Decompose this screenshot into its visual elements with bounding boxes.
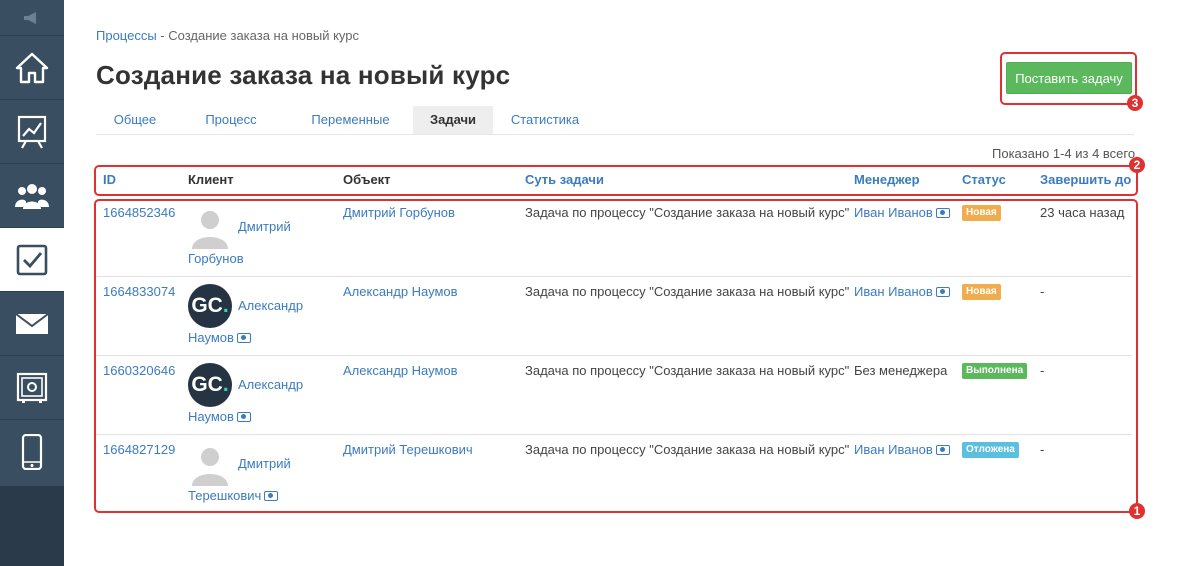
task-essence: Задача по процессу "Создание заказа на н… bbox=[525, 205, 850, 220]
column-header-status[interactable]: Статус bbox=[962, 172, 1006, 187]
sidebar-item-tasks[interactable] bbox=[0, 227, 64, 291]
column-header-manager[interactable]: Менеджер bbox=[854, 172, 920, 187]
money-icon bbox=[236, 412, 251, 422]
client-last-name-text: Терешкович bbox=[188, 488, 262, 503]
client-last-name-text: Наумов bbox=[188, 409, 234, 424]
object-link[interactable]: Александр Наумов bbox=[343, 363, 458, 379]
phone-icon bbox=[21, 433, 43, 470]
client-last-name[interactable]: Наумов bbox=[188, 330, 251, 345]
table-row: 1660320646 GC. Александр Наумов Александ… bbox=[96, 355, 1132, 435]
status-badge: Отложена bbox=[962, 442, 1019, 458]
money-icon bbox=[935, 445, 950, 455]
manager-name: Без менеджера bbox=[854, 363, 948, 378]
column-header-essence[interactable]: Суть задачи bbox=[525, 172, 604, 187]
column-header-deadline[interactable]: Завершить до bbox=[1040, 172, 1131, 187]
manager-name: Иван Иванов bbox=[854, 442, 933, 457]
avatar[interactable]: GC. bbox=[188, 363, 232, 407]
results-summary: Показано 1-4 из 4 всего. bbox=[992, 146, 1139, 161]
breadcrumb-link-processes[interactable]: Процессы bbox=[96, 28, 157, 43]
tab-variables[interactable]: Переменные bbox=[288, 106, 413, 134]
task-id-link[interactable]: 1660320646 bbox=[103, 363, 175, 379]
annotation-number: 1 bbox=[1129, 503, 1145, 519]
task-id-link[interactable]: 1664833074 bbox=[103, 284, 175, 300]
money-icon bbox=[935, 287, 950, 297]
client-last-name[interactable]: Горбунов bbox=[188, 251, 244, 266]
tab-tasks[interactable]: Задачи bbox=[413, 106, 493, 134]
status-badge: Выполнена bbox=[962, 363, 1028, 379]
manager-link[interactable]: Иван Иванов bbox=[854, 442, 950, 458]
deadline-value: - bbox=[1040, 442, 1045, 457]
tab-statistics[interactable]: Статистика bbox=[493, 106, 597, 134]
table-header: ID Клиент Объект Суть задачи Менеджер Ст… bbox=[96, 166, 1138, 194]
task-id-link[interactable]: 1664827129 bbox=[103, 442, 175, 458]
manager-link[interactable]: Иван Иванов bbox=[854, 205, 950, 221]
status-badge: Новая bbox=[962, 284, 1001, 300]
object-link[interactable]: Дмитрий Терешкович bbox=[343, 442, 473, 458]
table-row: 1664827129 Дмитрий Терешкович Дмитрий Те… bbox=[96, 434, 1132, 513]
manager-name: Иван Иванов bbox=[854, 284, 933, 299]
avatar[interactable] bbox=[188, 205, 232, 249]
deadline-value: - bbox=[1040, 284, 1045, 299]
avatar[interactable]: GC. bbox=[188, 284, 232, 328]
tab-general[interactable]: Общее bbox=[96, 106, 174, 134]
safe-icon bbox=[16, 372, 48, 403]
task-id-link[interactable]: 1664852346 bbox=[103, 205, 175, 221]
sidebar bbox=[0, 0, 64, 566]
table-row: 1664852346 Дмитрий Горбунов Дмитрий Горб… bbox=[96, 197, 1132, 277]
sidebar-item-home[interactable] bbox=[0, 35, 64, 99]
chart-icon bbox=[17, 115, 47, 149]
object-link[interactable]: Дмитрий Горбунов bbox=[343, 205, 455, 221]
page-title: Создание заказа на новый курс bbox=[96, 60, 511, 90]
users-icon bbox=[15, 183, 49, 209]
sidebar-item-mobile[interactable] bbox=[0, 419, 64, 483]
tab-process[interactable]: Процесс bbox=[174, 106, 288, 134]
home-icon bbox=[15, 52, 49, 83]
client-first-name[interactable]: Александр bbox=[238, 298, 303, 313]
deadline-value: 23 часа назад bbox=[1040, 205, 1125, 220]
getcourse-logo-avatar: GC. bbox=[188, 284, 232, 328]
manager-link[interactable]: Иван Иванов bbox=[854, 284, 950, 300]
column-header-client: Клиент bbox=[188, 172, 234, 187]
client-first-name[interactable]: Дмитрий bbox=[238, 456, 291, 471]
sidebar-item-mail[interactable] bbox=[0, 291, 64, 355]
column-header-object: Объект bbox=[343, 172, 391, 187]
avatar[interactable] bbox=[188, 442, 232, 486]
breadcrumb-separator: - bbox=[156, 28, 169, 43]
client-first-name[interactable]: Александр bbox=[238, 377, 303, 392]
money-icon bbox=[935, 208, 950, 218]
client-last-name[interactable]: Терешкович bbox=[188, 488, 279, 503]
sidebar-item-users[interactable] bbox=[0, 163, 64, 227]
annotation-number: 3 bbox=[1127, 95, 1143, 111]
user-placeholder-icon bbox=[188, 442, 232, 486]
sidebar-item-stats[interactable] bbox=[0, 99, 64, 163]
create-task-button[interactable]: Поставить задачу bbox=[1006, 62, 1132, 94]
checkbox-icon bbox=[16, 244, 48, 275]
tab-bar: Общее Процесс Переменные Задачи Статисти… bbox=[96, 106, 1134, 135]
user-placeholder-icon bbox=[188, 205, 232, 249]
annotation-number: 2 bbox=[1129, 157, 1145, 173]
money-icon bbox=[264, 491, 279, 501]
sidebar-footer bbox=[0, 486, 64, 566]
money-icon bbox=[236, 333, 251, 343]
task-essence: Задача по процессу "Создание заказа на н… bbox=[525, 363, 850, 378]
breadcrumb: Процессы - Создание заказа на новый курс bbox=[96, 28, 359, 43]
client-last-name-text: Наумов bbox=[188, 330, 234, 345]
client-first-name[interactable]: Дмитрий bbox=[238, 219, 291, 234]
task-essence: Задача по процессу "Создание заказа на н… bbox=[525, 442, 850, 457]
sidebar-item-safe[interactable] bbox=[0, 355, 64, 419]
status-badge: Новая bbox=[962, 205, 1001, 221]
getcourse-logo-avatar: GC. bbox=[188, 363, 232, 407]
client-last-name[interactable]: Наумов bbox=[188, 409, 251, 424]
object-link[interactable]: Александр Наумов bbox=[343, 284, 458, 300]
task-essence: Задача по процессу "Создание заказа на н… bbox=[525, 284, 850, 299]
breadcrumb-current: Создание заказа на новый курс bbox=[168, 28, 360, 43]
mail-icon bbox=[15, 312, 49, 334]
column-header-id[interactable]: ID bbox=[103, 172, 116, 187]
manager-name: Иван Иванов bbox=[854, 205, 933, 220]
deadline-value: - bbox=[1040, 363, 1045, 378]
table-row: 1664833074 GC. Александр Наумов Александ… bbox=[96, 276, 1132, 356]
megaphone-icon[interactable] bbox=[0, 0, 64, 35]
